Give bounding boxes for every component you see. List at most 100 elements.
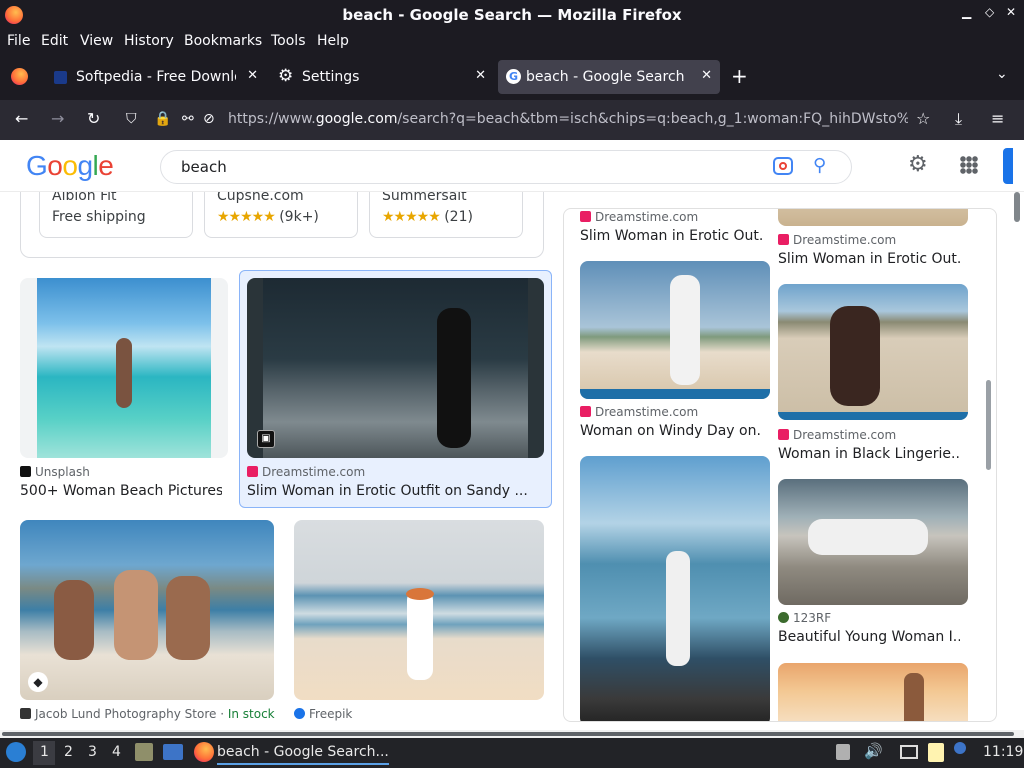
result-image[interactable] bbox=[580, 261, 770, 399]
result-image[interactable] bbox=[20, 278, 228, 458]
menu-edit[interactable]: Edit bbox=[41, 33, 68, 49]
desktop-icon[interactable] bbox=[163, 744, 183, 760]
panel-scrollbar[interactable] bbox=[986, 380, 991, 470]
back-icon[interactable]: ← bbox=[15, 109, 28, 128]
shopping-card[interactable]: Cupshe.com ★★★★★ (9k+) bbox=[204, 192, 358, 238]
workspace-2[interactable]: 2 bbox=[64, 744, 73, 760]
workspace-3[interactable]: 3 bbox=[88, 744, 97, 760]
result-title[interactable]: Woman on Windy Day on... bbox=[580, 423, 762, 439]
permissions-icon[interactable]: ⚯ bbox=[182, 111, 194, 127]
result-source[interactable]: Dreamstime.com bbox=[778, 428, 896, 442]
forward-icon[interactable]: → bbox=[51, 109, 64, 128]
horizontal-scrollbar-track bbox=[0, 730, 1024, 738]
notes-icon[interactable] bbox=[928, 743, 944, 762]
shield-icon[interactable]: ⛉ bbox=[126, 111, 137, 127]
search-results-page: Albion Fit Free shipping Cupshe.com ★★★★… bbox=[0, 192, 1024, 730]
close-tab-icon[interactable]: ✕ bbox=[475, 68, 486, 83]
dreamstime-favicon-icon bbox=[247, 466, 258, 477]
result-title[interactable]: Slim Woman in Erotic Out... bbox=[580, 228, 762, 244]
camera-lens-icon[interactable] bbox=[773, 157, 793, 175]
firefox-view-icon[interactable] bbox=[11, 68, 28, 85]
freepik-favicon-icon bbox=[294, 708, 305, 719]
result-image[interactable] bbox=[778, 284, 968, 420]
result-image[interactable] bbox=[778, 209, 968, 226]
downloads-icon[interactable]: ⤓ bbox=[955, 109, 962, 129]
unsplash-favicon-icon bbox=[20, 466, 31, 477]
image-badge-icon: ▣ bbox=[257, 430, 275, 448]
tracking-icon[interactable]: ⊘ bbox=[203, 111, 215, 127]
search-box[interactable]: beach ⚲ bbox=[160, 150, 852, 184]
dreamstime-favicon-icon bbox=[778, 234, 789, 245]
list-all-tabs-icon[interactable]: ⌄ bbox=[996, 66, 1008, 82]
rating-stars: ★★★★★ bbox=[382, 209, 441, 225]
related-images-panel: Dreamstime.com Slim Woman in Erotic Out.… bbox=[563, 208, 997, 722]
result-image[interactable]: ▣ bbox=[247, 278, 544, 458]
system-taskbar: 1 2 3 4 beach - Google Search... 🔊 11:19 bbox=[0, 738, 1024, 768]
google-favicon-icon: G bbox=[506, 69, 521, 84]
search-icon[interactable]: ⚲ bbox=[813, 155, 826, 176]
result-source[interactable]: Dreamstime.com bbox=[580, 210, 698, 224]
shopping-card[interactable]: Albion Fit Free shipping bbox=[39, 192, 193, 238]
workspace-1[interactable]: 1 bbox=[40, 744, 49, 760]
search-input[interactable]: beach bbox=[181, 158, 227, 176]
clipboard-icon[interactable] bbox=[836, 744, 850, 760]
menu-view[interactable]: View bbox=[80, 33, 113, 49]
file-manager-icon[interactable] bbox=[135, 743, 153, 761]
menu-file[interactable]: File bbox=[7, 33, 30, 49]
apps-grid-icon[interactable] bbox=[960, 156, 978, 174]
result-source[interactable]: Unsplash bbox=[20, 465, 90, 479]
result-title[interactable]: Slim Woman in Erotic Out... bbox=[778, 251, 960, 267]
result-title[interactable]: Slim Woman in Erotic Outfit on Sandy ... bbox=[247, 483, 544, 499]
result-title[interactable]: Beautiful Young Woman I... bbox=[778, 629, 960, 645]
dreamstime-favicon-icon bbox=[580, 211, 591, 222]
horizontal-scrollbar-thumb[interactable] bbox=[2, 732, 1014, 736]
bookmark-star-icon[interactable]: ☆ bbox=[916, 109, 930, 128]
settings-gear-icon[interactable]: ⚙ bbox=[908, 152, 928, 177]
taskbar-window-button[interactable]: beach - Google Search... bbox=[217, 744, 389, 765]
lock-icon[interactable]: 🔒 bbox=[154, 111, 171, 127]
result-source[interactable]: Jacob Lund Photography Store · In stock bbox=[20, 707, 275, 721]
menu-history[interactable]: History bbox=[124, 33, 174, 49]
dreamstime-favicon-icon bbox=[778, 429, 789, 440]
result-image[interactable] bbox=[778, 479, 968, 605]
app-menu-icon[interactable]: ≡ bbox=[991, 109, 1004, 128]
tab-beach-google-search[interactable]: G beach - Google Search ✕ bbox=[498, 60, 720, 94]
result-image[interactable] bbox=[294, 520, 544, 700]
network-icon[interactable] bbox=[900, 745, 918, 759]
close-tab-icon[interactable]: ✕ bbox=[701, 68, 712, 83]
shopping-card[interactable]: Summersalt ★★★★★ (21) bbox=[369, 192, 523, 238]
reload-icon[interactable]: ↻ bbox=[87, 109, 100, 128]
result-image[interactable]: ◆ bbox=[20, 520, 274, 700]
result-title[interactable]: 500+ Woman Beach Pictures ... bbox=[20, 483, 222, 499]
page-scrollbar[interactable] bbox=[1014, 192, 1020, 222]
close-tab-icon[interactable]: ✕ bbox=[247, 68, 258, 83]
sign-in-button[interactable] bbox=[1003, 148, 1013, 184]
menu-tools[interactable]: Tools bbox=[271, 33, 306, 49]
url-bar[interactable]: https://www.google.com/search?q=beach&tb… bbox=[228, 111, 908, 127]
result-source[interactable]: Freepik bbox=[294, 707, 352, 721]
google-header: Google beach ⚲ ⚙ bbox=[0, 140, 1024, 192]
navigation-toolbar: ← → ↻ ⛉ 🔒 ⚯ ⊘ https://www.google.com/sea… bbox=[0, 100, 1024, 140]
google-logo[interactable]: Google bbox=[26, 150, 114, 182]
clock: 11:19 bbox=[983, 744, 1024, 760]
tab-softpedia[interactable]: Softpedia - Free Downloa ✕ bbox=[44, 60, 266, 94]
menu-bar: File Edit View History Bookmarks Tools H… bbox=[0, 30, 1024, 54]
tab-settings[interactable]: ⚙ Settings ✕ bbox=[272, 60, 494, 94]
start-menu-icon[interactable] bbox=[6, 742, 26, 762]
result-image[interactable] bbox=[580, 456, 770, 721]
result-source[interactable]: Dreamstime.com bbox=[580, 405, 698, 419]
result-source[interactable]: Dreamstime.com bbox=[247, 465, 365, 479]
workspace-4[interactable]: 4 bbox=[112, 744, 121, 760]
menu-bookmarks[interactable]: Bookmarks bbox=[184, 33, 262, 49]
close-window-icon[interactable]: ✕ bbox=[1006, 5, 1016, 19]
minimize-icon[interactable]: ▁ bbox=[962, 5, 971, 19]
result-source[interactable]: 123RF bbox=[778, 611, 831, 625]
result-title[interactable]: Woman in Black Lingerie... bbox=[778, 446, 960, 462]
volume-icon[interactable]: 🔊 bbox=[864, 742, 883, 760]
new-tab-icon[interactable]: + bbox=[731, 64, 748, 88]
menu-help[interactable]: Help bbox=[317, 33, 349, 49]
update-icon[interactable] bbox=[954, 742, 966, 754]
result-source[interactable]: Dreamstime.com bbox=[778, 233, 896, 247]
result-image[interactable] bbox=[778, 663, 968, 721]
maximize-icon[interactable]: ◇ bbox=[985, 5, 994, 19]
